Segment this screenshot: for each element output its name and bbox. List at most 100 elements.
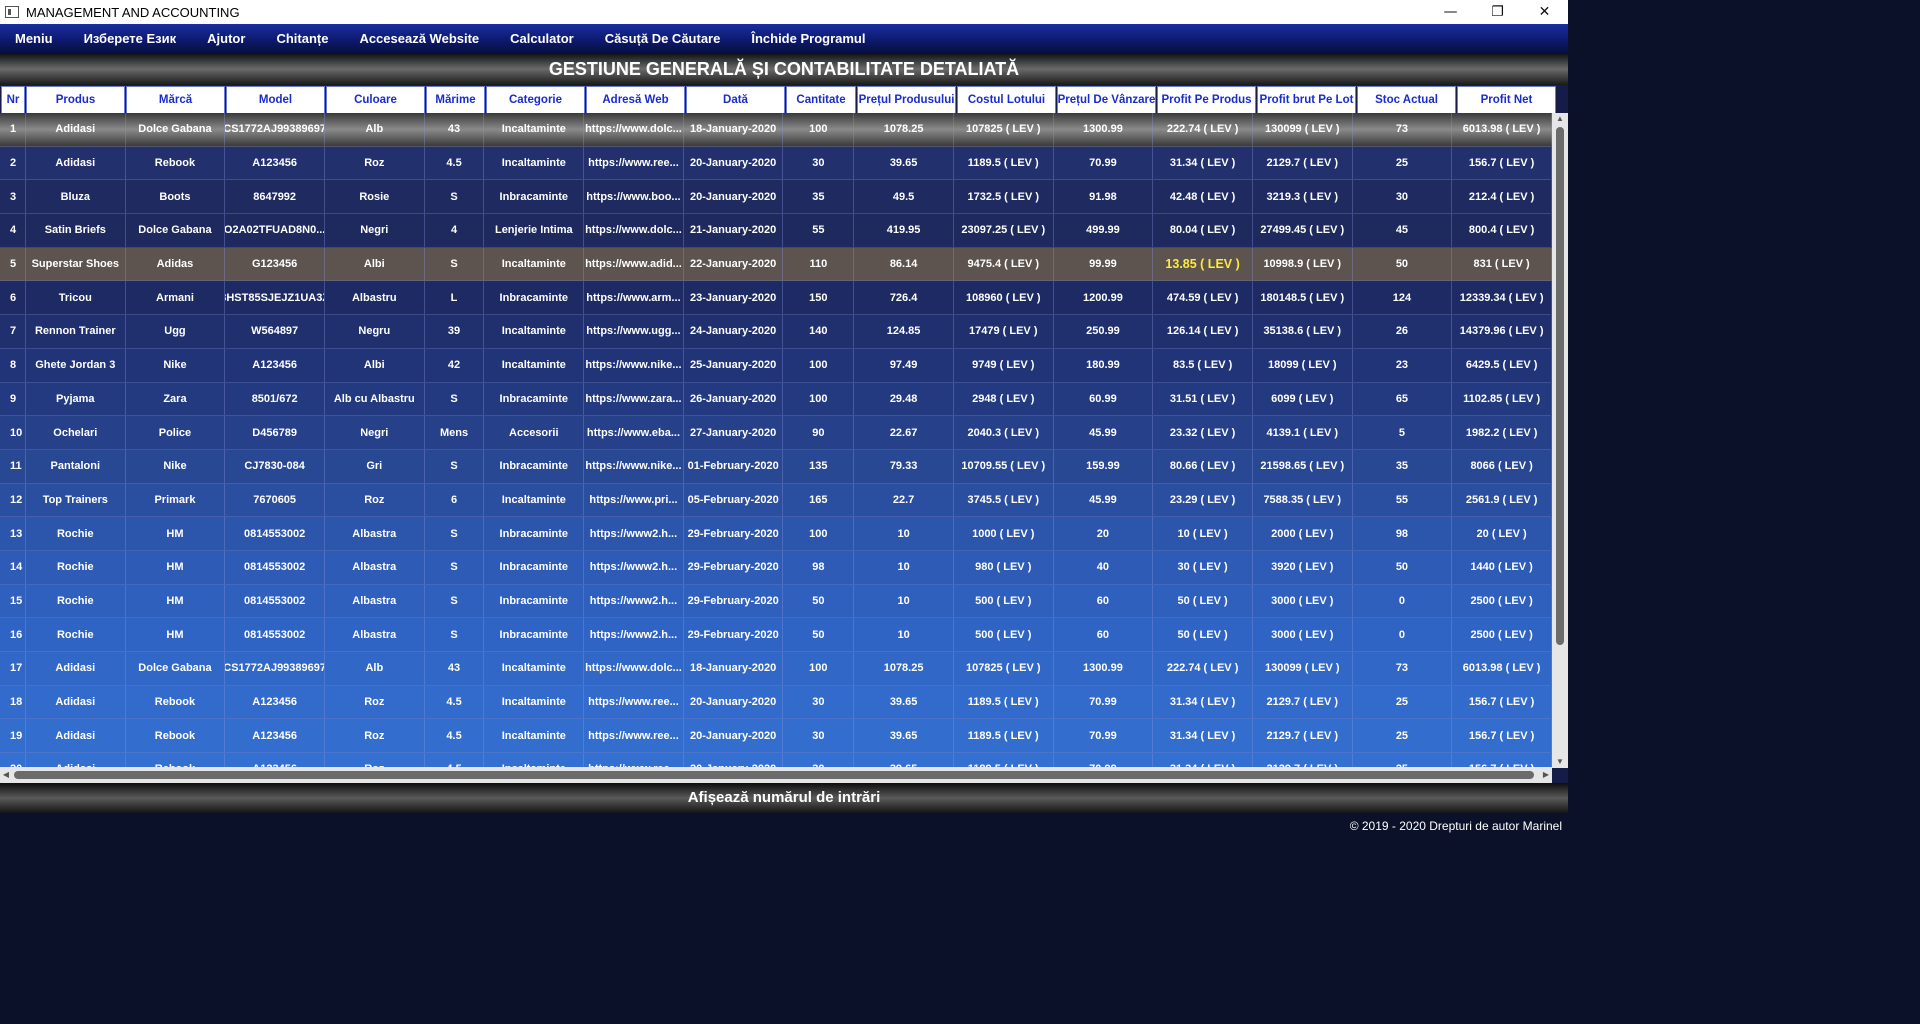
scroll-down-icon[interactable]: ▼ (1552, 756, 1568, 768)
cell-costul-lotului: 500 ( LEV ) (954, 584, 1054, 618)
column-header-culoare[interactable]: Culoare (326, 86, 425, 114)
cell-culoare: Alb (325, 113, 425, 146)
cell-stoc-actual: 0 (1353, 618, 1453, 651)
column-header-profit-net[interactable]: Profit Net (1457, 86, 1556, 114)
table-row[interactable]: 4 Satin Briefs Dolce Gabana O2A02TFUAD8N0..… (0, 214, 1552, 248)
cell-categorie: Incaltaminte (484, 483, 585, 517)
cell-model: 0814553002 (225, 517, 325, 550)
cell-produs: Pyjama (26, 382, 126, 416)
table-row[interactable]: 10 Ochelari Police D456789 Negri Mens Accesori… (0, 416, 1552, 450)
column-header-profit-pe-produs[interactable]: Profit Pe Produs (1157, 86, 1256, 114)
table-row[interactable]: 2 Adidasi Rebook A123456 Roz 4.5 Incaltaminte h… (0, 146, 1552, 181)
close-icon[interactable]: ✕ (1521, 0, 1568, 24)
cell-marime: L (425, 281, 485, 315)
column-header-data[interactable]: Dată (686, 86, 785, 114)
cell-categorie: Inbracaminte (484, 517, 585, 550)
vertical-scroll-thumb[interactable] (1556, 127, 1564, 645)
cell-data: 27-January-2020 (684, 416, 784, 449)
column-header-pretul-de-vanzare[interactable]: Prețul De Vânzare (1057, 86, 1156, 114)
scroll-right-icon[interactable]: ▶ (1540, 767, 1552, 783)
cell-pretul-de-vanzare: 499.99 (1054, 214, 1154, 247)
menu-item-meniu[interactable]: Meniu (0, 31, 69, 46)
column-header-nr[interactable]: Nr (1, 86, 25, 114)
column-header-produs[interactable]: Produs (26, 86, 125, 114)
cell-marca: Primark (126, 483, 226, 517)
menu-item-calculator[interactable]: Calculator (495, 31, 590, 46)
table-row[interactable]: 5 Superstar Shoes Adidas G123456 Albi S Incalt… (0, 247, 1552, 282)
cell-pretul-de-vanzare: 99.99 (1054, 247, 1154, 281)
restore-icon[interactable]: ❐ (1474, 0, 1521, 24)
cell-produs: Rochie (26, 550, 126, 584)
vertical-scrollbar[interactable]: ▲ ▼ (1552, 113, 1568, 768)
cell-pretul-de-vanzare: 70.99 (1054, 719, 1154, 753)
table-row[interactable]: 3 Bluza Boots 8647992 Rosie S Inbracaminte http… (0, 180, 1552, 215)
menu-item-website[interactable]: Accesează Website (344, 31, 495, 46)
table-row[interactable]: 15 Rochie HM 0814553002 Albastra S Inbracamint… (0, 584, 1552, 619)
cell-adresa-web: https://www.zara... (584, 382, 684, 416)
table-row[interactable]: 14 Rochie HM 0814553002 Albastra S Inbracamint… (0, 550, 1552, 585)
column-header-cantitate[interactable]: Cantitate (786, 86, 856, 114)
cell-profit-net: 156.7 ( LEV ) (1452, 685, 1552, 719)
table-row[interactable]: 19 Adidasi Rebook A123456 Roz 4.5 Incaltaminte… (0, 719, 1552, 754)
table-row[interactable]: 11 Pantaloni Nike CJ7830-084 Gri S Inbracamint… (0, 449, 1552, 484)
cell-adresa-web: https://www.dolc... (584, 652, 684, 685)
menu-item-language[interactable]: Изберете Език (69, 31, 193, 46)
column-header-pretul-produsului[interactable]: Prețul Produsului (857, 86, 956, 114)
column-header-adresa-web[interactable]: Adresă Web (586, 86, 685, 114)
cell-adresa-web: https://www2.h... (584, 584, 684, 618)
table-body: 1 Adidasi Dolce Gabana CS1772AJ99389697 Alb 4… (0, 113, 1552, 783)
table-row[interactable]: 1 Adidasi Dolce Gabana CS1772AJ99389697 Alb 4… (0, 113, 1552, 147)
show-entries-count-button[interactable]: Afișează numărul de intrări (0, 783, 1568, 813)
table-row[interactable]: 12 Top Trainers Primark 7670605 Roz 6 Incaltam… (0, 483, 1552, 518)
table-row[interactable]: 16 Rochie HM 0814553002 Albastra S Inbracamint… (0, 618, 1552, 652)
horizontal-scroll-thumb[interactable] (14, 771, 1534, 779)
table-row[interactable]: 18 Adidasi Rebook A123456 Roz 4.5 Incaltaminte… (0, 685, 1552, 720)
cell-pretul-de-vanzare: 20 (1054, 517, 1154, 550)
menu-bar: Meniu Изберете Език Ajutor Chitanțe Acce… (0, 24, 1568, 53)
data-grid: Nr Produs Mărcă Model Culoare Mărime Categorie… (0, 85, 1568, 783)
minimize-icon[interactable]: — (1427, 0, 1474, 24)
cell-profit-brut-pe-lot: 3920 ( LEV ) (1253, 550, 1353, 584)
cell-pretul-de-vanzare: 45.99 (1054, 416, 1154, 449)
table-row[interactable]: 6 Tricou Armani 3HST85SJEJZ1UA3Z Albastru L In… (0, 281, 1552, 316)
table-row[interactable]: 9 Pyjama Zara 8501/672 Alb cu Albastru S Inbra… (0, 382, 1552, 417)
cell-pretul-produsului: 39.65 (854, 146, 954, 180)
column-header-categorie[interactable]: Categorie (486, 86, 585, 114)
cell-produs: Ochelari (26, 416, 126, 449)
cell-pretul-produsului: 39.65 (854, 719, 954, 753)
cell-categorie: Incaltaminte (484, 247, 585, 281)
cell-produs: Satin Briefs (26, 214, 126, 247)
cell-marca: Rebook (126, 146, 226, 180)
table-row[interactable]: 13 Rochie HM 0814553002 Albastra S Inbracamint… (0, 517, 1552, 551)
cell-costul-lotului: 2040.3 ( LEV ) (954, 416, 1054, 449)
scroll-left-icon[interactable]: ◀ (0, 767, 12, 783)
scroll-up-icon[interactable]: ▲ (1552, 113, 1568, 125)
cell-profit-net: 831 ( LEV ) (1452, 247, 1552, 281)
table-row[interactable]: 17 Adidasi Dolce Gabana CS1772AJ99389697 Alb… (0, 652, 1552, 686)
menu-item-receipts[interactable]: Chitanțe (261, 31, 344, 46)
column-header-stoc-actual[interactable]: Stoc Actual (1357, 86, 1456, 114)
cell-marime: 4.5 (425, 719, 485, 753)
column-header-costul-lotului[interactable]: Costul Lotului (957, 86, 1056, 114)
menu-item-help[interactable]: Ajutor (192, 31, 261, 46)
table-row[interactable]: 8 Ghete Jordan 3 Nike A123456 Albi 42 Incaltam… (0, 348, 1552, 383)
menu-item-search[interactable]: Căsuță De Căutare (590, 31, 737, 46)
table-header: Nr Produs Mărcă Model Culoare Mărime Categorie… (0, 85, 1556, 114)
column-header-model[interactable]: Model (226, 86, 325, 114)
cell-pretul-produsului: 86.14 (854, 247, 954, 281)
cell-data: 22-January-2020 (684, 247, 784, 281)
horizontal-scrollbar[interactable]: ◀ ▶ (0, 767, 1552, 783)
cell-profit-brut-pe-lot: 3000 ( LEV ) (1253, 618, 1353, 651)
menu-item-close-program[interactable]: Închide Programul (736, 31, 881, 46)
column-header-marca[interactable]: Mărcă (126, 86, 225, 114)
column-header-profit-brut-pe-lot[interactable]: Profit brut Pe Lot (1257, 86, 1356, 114)
table-row[interactable]: 7 Rennon Trainer Ugg W564897 Negru 39 Incaltam… (0, 315, 1552, 349)
column-header-marime[interactable]: Mărime (426, 86, 485, 114)
cell-costul-lotului: 3745.5 ( LEV ) (954, 483, 1054, 517)
cell-nr: 9 (0, 382, 26, 416)
cell-produs: Adidasi (26, 652, 126, 685)
cell-profit-brut-pe-lot: 6099 ( LEV ) (1253, 382, 1353, 416)
cell-model: G123456 (225, 247, 325, 281)
cell-cantitate: 50 (783, 584, 855, 618)
cell-profit-net: 20 ( LEV ) (1452, 517, 1552, 550)
